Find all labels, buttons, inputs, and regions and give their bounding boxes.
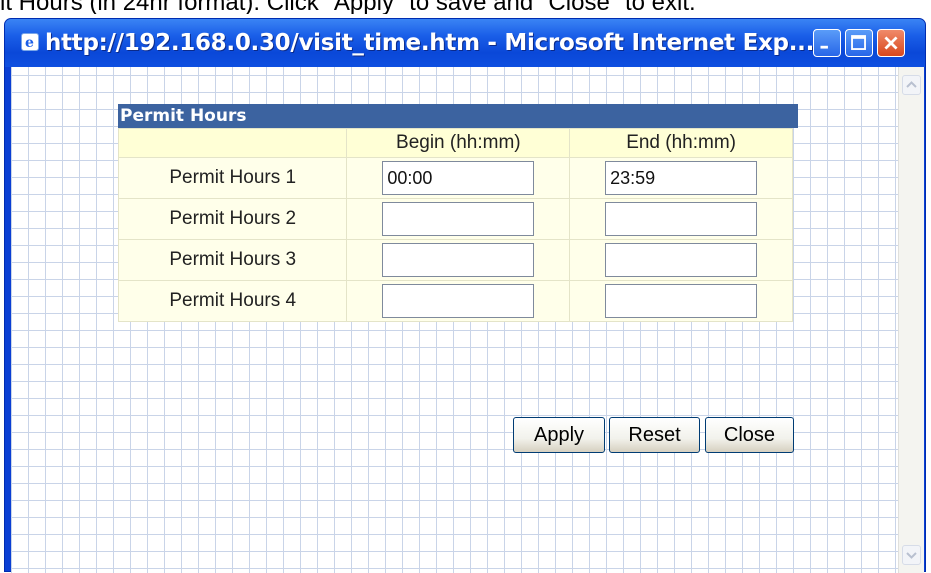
minimize-icon: [820, 45, 828, 49]
begin-time-input-1[interactable]: [382, 161, 535, 195]
column-header-begin: Begin (hh:mm): [346, 128, 571, 158]
chevron-down-icon: [906, 552, 917, 559]
close-button[interactable]: Close: [705, 417, 794, 453]
table-header-row: Begin (hh:mm) End (hh:mm): [117, 128, 793, 158]
table-row: Permit Hours 4: [117, 280, 793, 322]
maximize-button[interactable]: [845, 29, 873, 57]
ie-page-icon[interactable]: e: [21, 33, 39, 51]
close-icon: [884, 36, 898, 50]
maximize-icon: [851, 35, 866, 50]
page-caption: it Hours (in 24hr format). Click "Apply"…: [0, 0, 696, 14]
row-label: Permit Hours 3: [117, 239, 348, 281]
title-bar[interactable]: e http://192.168.0.30/visit_time.htm - M…: [5, 19, 925, 67]
panel-title: Permit Hours: [118, 104, 798, 128]
begin-time-input-4[interactable]: [382, 284, 535, 318]
begin-time-input-2[interactable]: [382, 202, 535, 236]
permit-hours-panel: Permit Hours Begin (hh:mm) End (hh:mm) P…: [117, 104, 798, 322]
row-label: Permit Hours 4: [117, 280, 348, 322]
column-header-end: End (hh:mm): [569, 128, 793, 158]
scroll-up-button[interactable]: [902, 75, 921, 95]
end-time-input-3[interactable]: [605, 243, 758, 277]
end-time-input-1[interactable]: [605, 161, 758, 195]
minimize-button[interactable]: [813, 29, 841, 57]
end-time-input-4[interactable]: [605, 284, 758, 318]
row-label: Permit Hours 1: [117, 157, 348, 199]
window-title: http://192.168.0.30/visit_time.htm - Mic…: [45, 30, 815, 56]
permit-hours-table: Begin (hh:mm) End (hh:mm) Permit Hours 1…: [117, 128, 793, 322]
close-window-button[interactable]: [877, 29, 905, 57]
table-row: Permit Hours 3: [117, 239, 793, 281]
begin-time-input-3[interactable]: [382, 243, 535, 277]
table-row: Permit Hours 2: [117, 198, 793, 240]
apply-button[interactable]: Apply: [513, 417, 605, 453]
chevron-up-icon: [906, 81, 917, 88]
vertical-scrollbar[interactable]: [898, 67, 924, 573]
row-label: Permit Hours 2: [117, 198, 348, 240]
reset-button[interactable]: Reset: [609, 417, 700, 453]
end-time-input-2[interactable]: [605, 202, 758, 236]
scroll-down-button[interactable]: [902, 545, 921, 565]
table-row: Permit Hours 1: [117, 157, 793, 199]
header-empty-cell: [117, 128, 348, 158]
